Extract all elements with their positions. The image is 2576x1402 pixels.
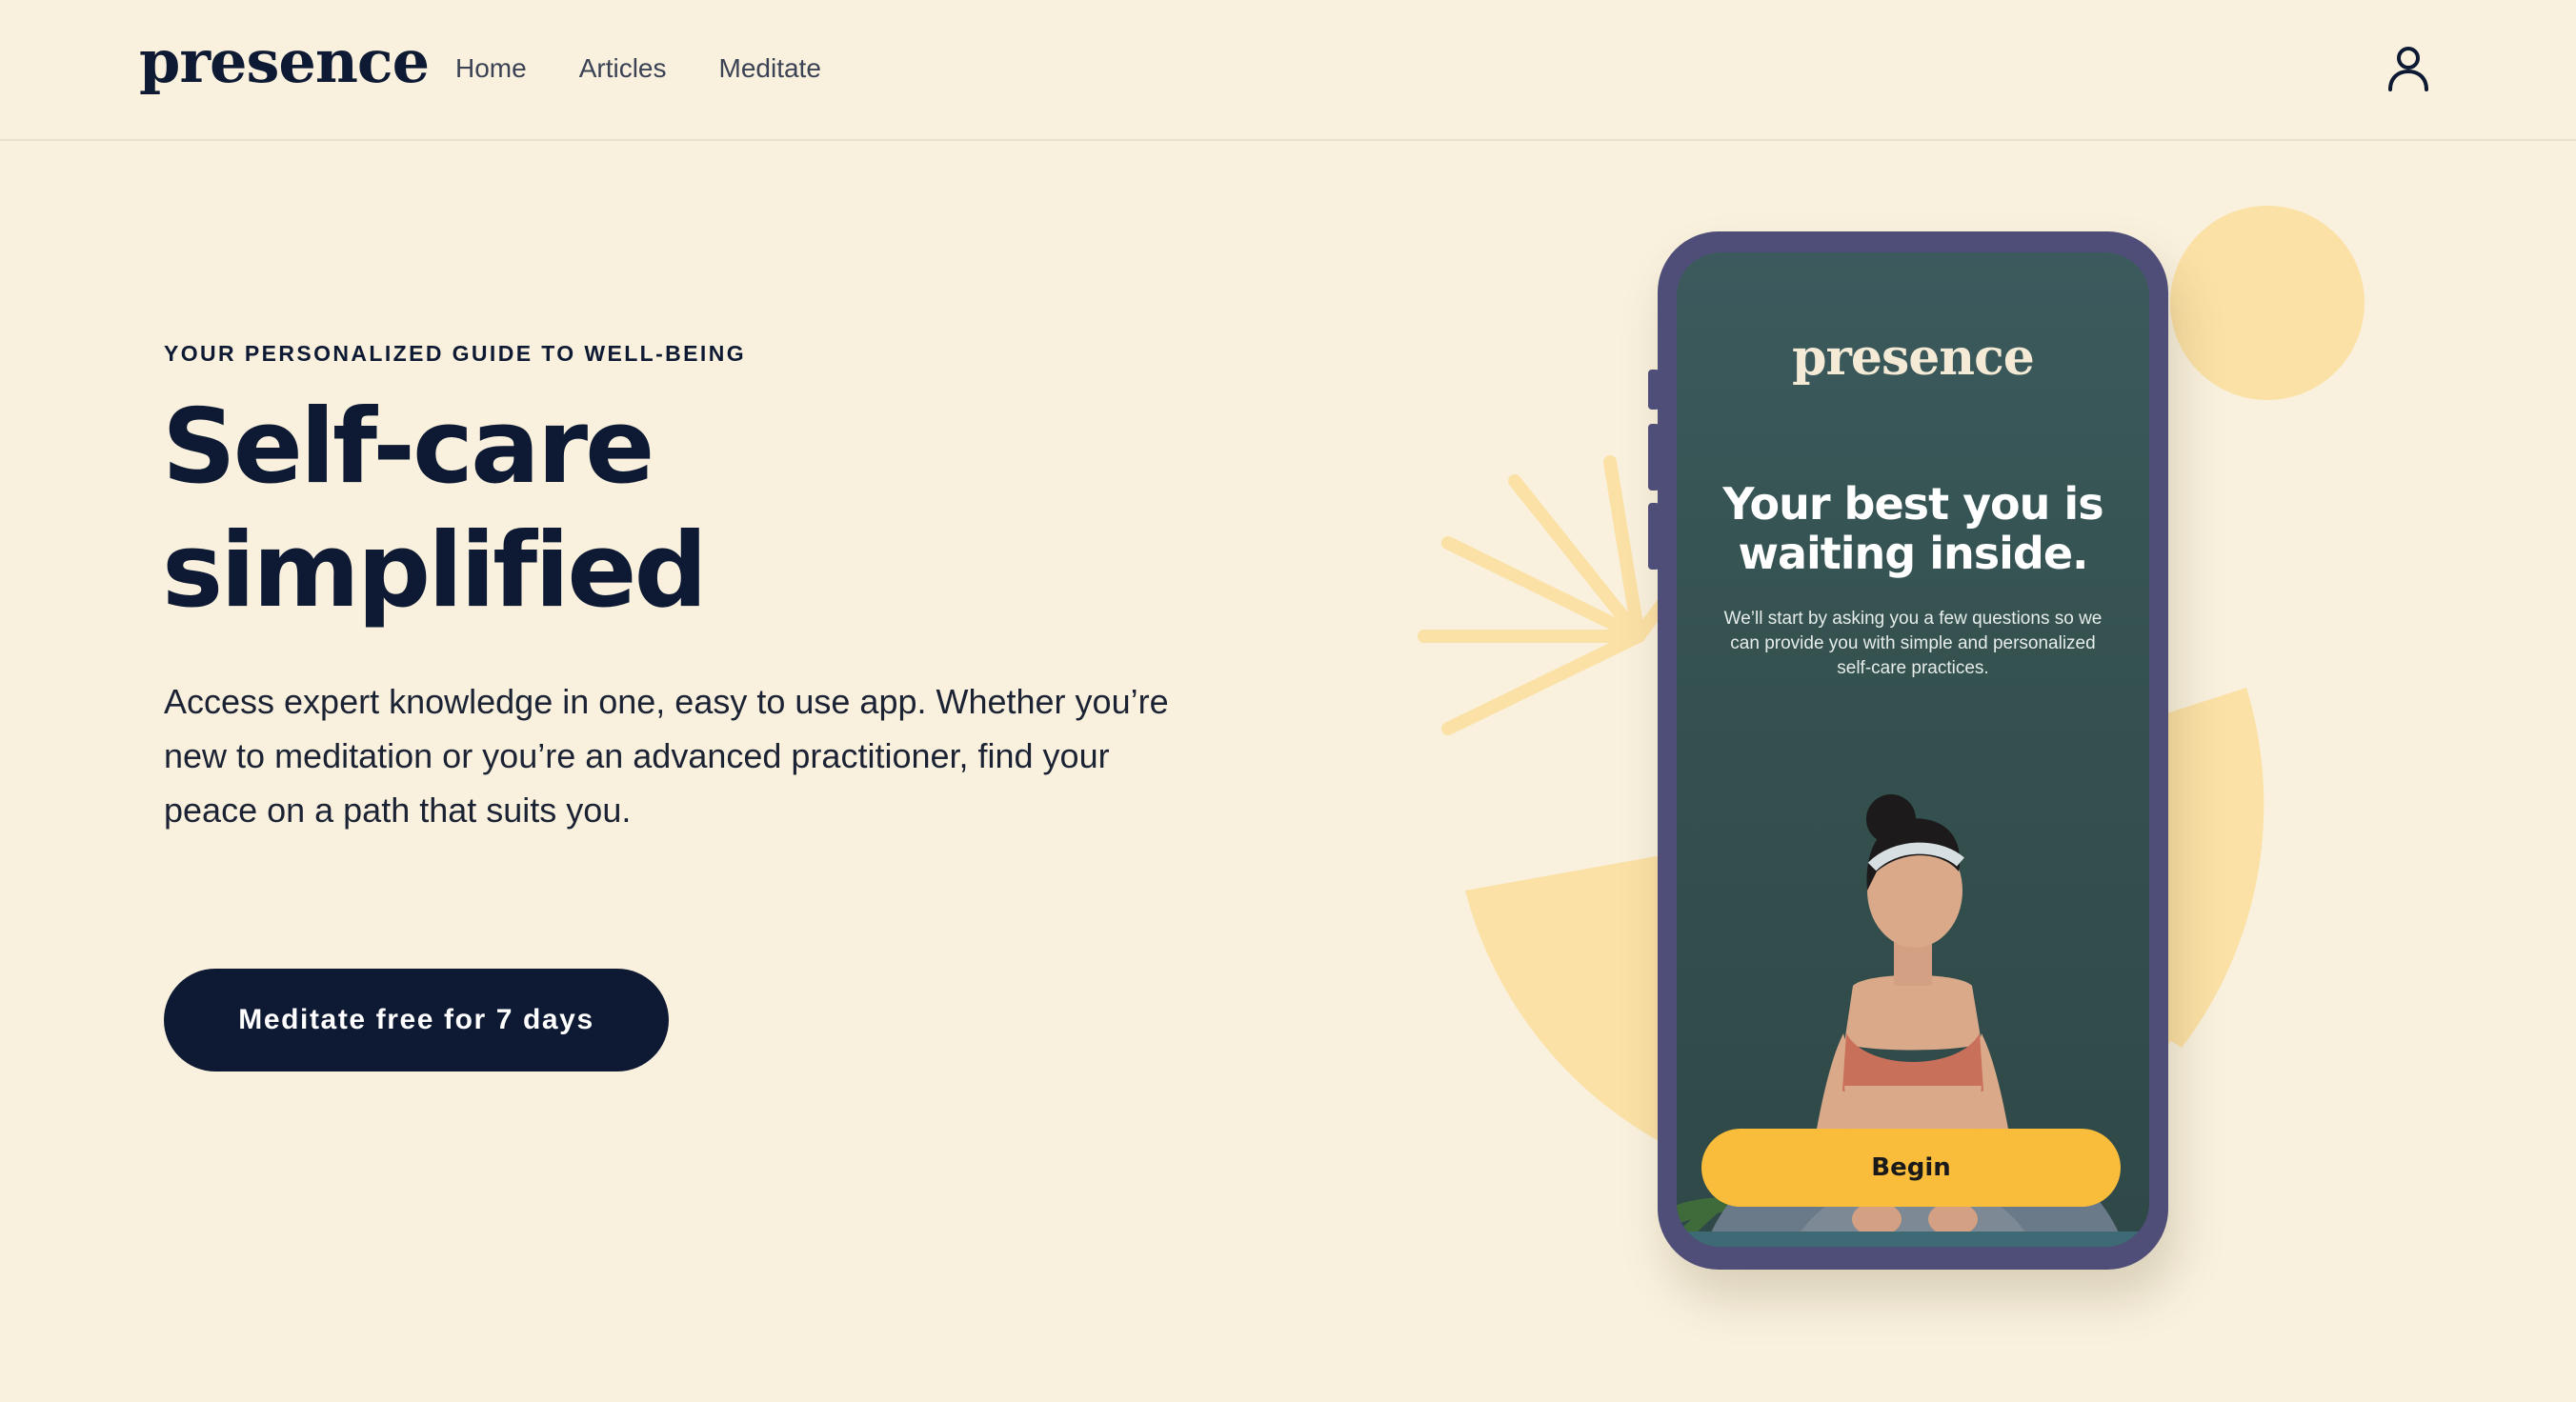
begin-button[interactable]: Begin: [1701, 1129, 2121, 1207]
phone-side-button: [1648, 370, 1660, 410]
phone-mockup: presence Your best you is waiting inside…: [1648, 231, 2168, 1270]
screen-headline: Your best you is waiting inside.: [1722, 478, 2103, 579]
phone-side-button: [1648, 503, 1660, 570]
decor-sun-circle: [2170, 206, 2365, 400]
phone-side-button: [1648, 424, 1660, 491]
phone-screen: presence Your best you is waiting inside…: [1677, 252, 2149, 1247]
screen-logo: presence: [1792, 329, 2035, 387]
screen-description: We’ll start by asking you a few question…: [1723, 609, 2103, 678]
decorative-shapes: [1418, 206, 2365, 1192]
